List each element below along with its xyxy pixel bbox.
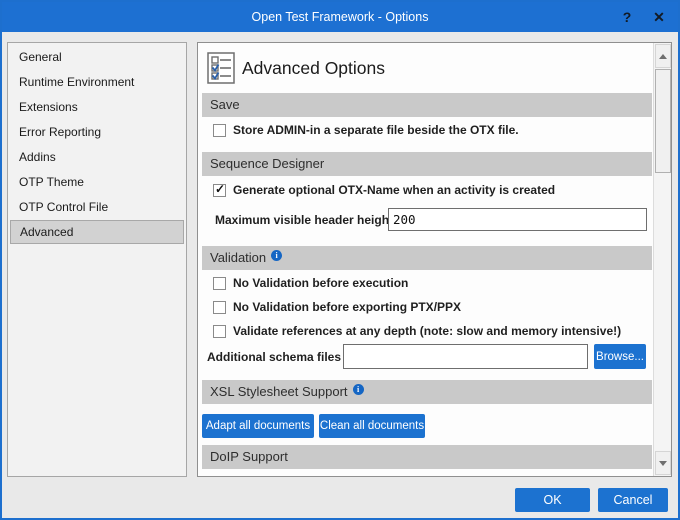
- scroll-down-icon: [659, 460, 667, 466]
- info-icon[interactable]: i: [352, 384, 364, 395]
- vertical-scrollbar[interactable]: [653, 43, 671, 476]
- dialog-body: General Runtime Environment Extensions E…: [2, 32, 678, 518]
- page-title: Advanced Options: [242, 57, 386, 78]
- additional-schema-row: Additional schema filesi: [207, 344, 361, 369]
- no-validation-export-row: No Validation before exporting PTX/PPX: [213, 298, 461, 316]
- sidebar-item-addins[interactable]: Addins: [8, 145, 186, 170]
- validate-references-checkbox[interactable]: [213, 324, 226, 338]
- no-validation-export-label: No Validation before exporting PTX/PPX: [233, 300, 462, 314]
- section-sequence-designer-label: Sequence Designer: [210, 156, 325, 171]
- store-admin-row: Store ADMIN-in a separate file beside th…: [213, 121, 519, 139]
- scroll-up-button[interactable]: [655, 44, 671, 68]
- scroll-up-icon: [659, 53, 667, 59]
- section-header-save: Save: [202, 93, 652, 117]
- store-admin-checkbox[interactable]: [213, 123, 226, 137]
- no-validation-execution-checkbox[interactable]: [213, 276, 226, 290]
- window-title: Open Test Framework - Options: [251, 10, 429, 24]
- section-header-validation: Validation i: [202, 246, 652, 270]
- max-header-height-input[interactable]: [388, 208, 647, 231]
- sidebar-item-extensions[interactable]: Extensions: [8, 95, 186, 120]
- sidebar-item-error-reporting[interactable]: Error Reporting: [8, 120, 186, 145]
- advanced-options-icon: [207, 52, 235, 84]
- category-sidebar: General Runtime Environment Extensions E…: [7, 42, 187, 477]
- section-header-xsl: XSL Stylesheet Support i: [202, 380, 652, 404]
- validate-references-row: Validate references at any depth (note: …: [213, 322, 621, 340]
- max-header-height-row: Maximum visible header height:: [215, 208, 397, 231]
- section-header-doip: DoIP Support: [202, 445, 652, 469]
- additional-schema-label: Additional schema files: [207, 349, 342, 364]
- section-validation-label: Validation: [210, 250, 267, 265]
- advanced-options-panel: Advanced Options Save Store ADMIN-in a s…: [197, 42, 672, 477]
- section-xsl-label: XSL Stylesheet Support: [210, 384, 348, 399]
- store-admin-label: Store ADMIN-in a separate file beside th…: [233, 123, 519, 137]
- max-header-height-label: Maximum visible header height:: [215, 212, 398, 227]
- section-header-sequence-designer: Sequence Designer: [202, 152, 652, 176]
- options-dialog: Open Test Framework - Options ? ✕ Genera…: [0, 0, 680, 520]
- clean-all-documents-button[interactable]: Clean all documents: [319, 414, 425, 438]
- section-doip-label: DoIP Support: [210, 449, 288, 464]
- page-header: Advanced Options: [207, 51, 385, 85]
- info-icon[interactable]: i: [271, 250, 283, 261]
- generate-otx-name-label: Generate optional OTX-Name when an activ…: [233, 183, 556, 197]
- close-icon[interactable]: ✕: [650, 9, 668, 26]
- browse-button[interactable]: Browse...: [594, 344, 646, 369]
- sidebar-item-general[interactable]: General: [8, 45, 186, 70]
- generate-otx-name-row: Generate optional OTX-Name when an activ…: [213, 181, 555, 199]
- cancel-button[interactable]: Cancel: [598, 488, 668, 512]
- scrollbar-thumb[interactable]: [655, 69, 671, 173]
- sidebar-item-otp-control-file[interactable]: OTP Control File: [8, 195, 186, 220]
- title-bar: Open Test Framework - Options ? ✕: [2, 2, 678, 32]
- no-validation-execution-row: No Validation before execution: [213, 274, 408, 292]
- help-icon[interactable]: ?: [618, 9, 636, 25]
- no-validation-export-checkbox[interactable]: [213, 300, 226, 314]
- additional-schema-input[interactable]: [343, 344, 588, 369]
- adapt-all-documents-button[interactable]: Adapt all documents: [202, 414, 314, 438]
- generate-otx-name-checkbox[interactable]: [213, 182, 226, 197]
- sidebar-item-advanced[interactable]: Advanced: [10, 220, 184, 244]
- sidebar-item-otp-theme[interactable]: OTP Theme: [8, 170, 186, 195]
- no-validation-execution-label: No Validation before execution: [233, 276, 409, 290]
- sidebar-item-runtime-environment[interactable]: Runtime Environment: [8, 70, 186, 95]
- section-save-label: Save: [210, 97, 240, 112]
- validate-references-label: Validate references at any depth (note: …: [233, 324, 622, 338]
- scroll-down-button[interactable]: [655, 451, 671, 475]
- ok-button[interactable]: OK: [515, 488, 590, 512]
- titlebar-controls: ? ✕: [618, 2, 668, 32]
